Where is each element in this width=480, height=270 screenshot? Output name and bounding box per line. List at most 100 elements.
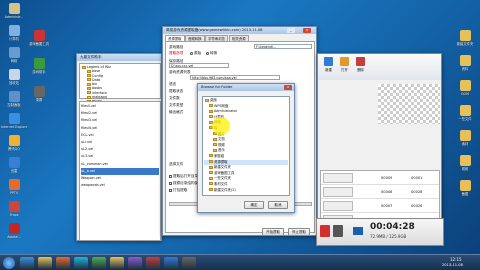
folder-icon bbox=[209, 176, 213, 180]
desktop-icon[interactable]: 一些文件 bbox=[452, 105, 478, 121]
desktop-icon[interactable]: Fraps bbox=[1, 201, 27, 217]
desktop-icon[interactable]: 控制面板 bbox=[1, 91, 27, 107]
app-icon bbox=[8, 69, 20, 80]
desktop-icon-label: 视频 bbox=[461, 167, 469, 171]
folder-tree-label: 桌面 bbox=[210, 98, 217, 102]
screen-icon bbox=[353, 227, 363, 235]
desktop-icon[interactable]: GOM bbox=[452, 80, 478, 96]
desktop-icon[interactable]: 素材 bbox=[452, 130, 478, 146]
folder-tree-label: 视频 bbox=[218, 142, 225, 147]
desktop-icon[interactable]: 计算机 bbox=[1, 25, 27, 41]
file-item[interactable]: filesll.vel bbox=[81, 103, 159, 110]
dialog-close-button[interactable]: x bbox=[284, 85, 292, 90]
file-item[interactable]: uL_common.vel bbox=[81, 161, 159, 168]
taskbar-app-icon[interactable] bbox=[56, 257, 70, 269]
close-button[interactable]: x bbox=[303, 28, 311, 33]
table-row[interactable]: 00007 00026 bbox=[321, 199, 439, 213]
url-field[interactable]: http://bbs.963.com/aaa.vel bbox=[190, 75, 280, 80]
desktop-icon-label: 新建文件夹 bbox=[456, 42, 474, 46]
file-item[interactable]: Weapon.vel bbox=[81, 175, 159, 182]
checkbox-box bbox=[169, 181, 172, 185]
desktop-icon[interactable]: 迅雷 bbox=[1, 157, 27, 173]
folder-tree-label: 一些文件夹 bbox=[214, 176, 231, 181]
file-item[interactable]: filesl2.vel bbox=[81, 110, 159, 117]
taskbar-app-icon[interactable] bbox=[164, 257, 178, 269]
radio-raw[interactable]: 原始 bbox=[190, 51, 201, 55]
desktop-icon[interactable]: 资料 bbox=[452, 55, 478, 71]
taskbar-app-icon[interactable] bbox=[38, 257, 52, 269]
start-button[interactable]: 开始提取 bbox=[262, 228, 284, 236]
folder-tree-label: 音乐 bbox=[218, 148, 225, 153]
taskbar-app-icon[interactable] bbox=[128, 257, 142, 269]
folder-icon bbox=[87, 82, 91, 86]
app-icon bbox=[8, 179, 20, 190]
desktop-icon[interactable]: Administr... bbox=[1, 3, 27, 19]
row-thumbnail bbox=[323, 173, 353, 183]
file-item[interactable]: filesl4.vel bbox=[81, 125, 159, 132]
taskbar-app-icon[interactable] bbox=[146, 257, 160, 269]
desktop-icon[interactable]: Internet Explorer bbox=[1, 113, 27, 129]
taskbar-app-icon[interactable] bbox=[182, 257, 196, 269]
desktop-icon[interactable]: 新建文件夹 bbox=[452, 30, 478, 46]
app-icon bbox=[8, 113, 20, 124]
row-size: 00028 bbox=[411, 190, 423, 194]
dialog-ok-button[interactable]: 确定 bbox=[244, 201, 264, 209]
desktop-icon[interactable]: 截图 bbox=[452, 180, 478, 196]
taskbar-app-icon[interactable] bbox=[20, 257, 34, 269]
dialog-cancel-button[interactable]: 取消 bbox=[268, 201, 288, 209]
toolbar-icon bbox=[340, 57, 349, 66]
row-size: 00001 bbox=[411, 176, 423, 180]
desktop-icon[interactable]: Adobe... bbox=[1, 223, 27, 239]
desktop-icon[interactable]: PPTV bbox=[1, 179, 27, 195]
toolbar-button[interactable]: 打开 bbox=[338, 57, 351, 72]
row-thumbnail bbox=[323, 187, 353, 197]
folder-tree-label: 文档 bbox=[218, 137, 225, 142]
option-checkbox[interactable]: 提取后打开目录 bbox=[169, 174, 198, 178]
toolbar-button[interactable]: 新建 bbox=[322, 57, 335, 72]
taskbar-app-icon[interactable] bbox=[110, 257, 124, 269]
taskbar-app-icon[interactable] bbox=[74, 257, 88, 269]
stop-button[interactable]: 停止提取 bbox=[288, 228, 310, 236]
pause-button[interactable] bbox=[333, 225, 343, 237]
table-row[interactable]: 00009 00001 bbox=[321, 171, 439, 185]
file-item[interactable]: filesl3.vel bbox=[81, 117, 159, 124]
option-checkbox[interactable]: 打包提取 bbox=[169, 188, 187, 192]
folder-tree-item[interactable]: 新建文件夹(2) bbox=[204, 188, 288, 194]
radio-convert[interactable]: 转换 bbox=[206, 51, 217, 55]
desktop-icon[interactable]: 腾讯QQ bbox=[1, 135, 27, 151]
file-item[interactable]: weaponeb.vel bbox=[81, 182, 159, 189]
file-item[interactable]: uL_b.vel bbox=[81, 167, 159, 176]
game-path-field[interactable]: F:\Legend\... bbox=[254, 44, 312, 49]
record-size: 72.9MB / 125.9GB bbox=[370, 234, 407, 239]
save-path-field[interactable]: D:\sss.ccc.vel bbox=[169, 63, 229, 68]
folder-tree[interactable]: 桌面WPS网盘Administrator计算机网络库图片文档视频音乐家庭组资源提… bbox=[202, 96, 290, 196]
dialog-title: Browse for Folder bbox=[198, 84, 294, 91]
toolbar-button[interactable]: 删除 bbox=[354, 57, 367, 72]
table-row[interactable]: 00008 00028 bbox=[321, 185, 439, 199]
file-item[interactable]: uL2.vel bbox=[81, 146, 159, 153]
folder-icon bbox=[87, 69, 91, 73]
start-button-orb[interactable] bbox=[3, 257, 15, 269]
folder-icon bbox=[209, 182, 213, 186]
desktop-icon-label: Administr... bbox=[4, 15, 24, 19]
app-icon bbox=[8, 201, 20, 212]
app-icon bbox=[8, 25, 20, 36]
desktop-icon[interactable]: 网络 bbox=[1, 47, 27, 63]
row-name: 00009 bbox=[381, 176, 393, 180]
taskbar-app-icon[interactable] bbox=[92, 257, 106, 269]
desktop-icon[interactable]: 游戏助手 bbox=[26, 58, 52, 74]
desktop-icon[interactable]: 录屏 bbox=[26, 86, 52, 102]
desktop-icon[interactable]: 回收站 bbox=[1, 69, 27, 85]
right-window: 新建打开删除 000090000100008000280000700026000… bbox=[317, 53, 442, 243]
row-name: 00007 bbox=[381, 204, 393, 208]
folder-icon bbox=[87, 74, 91, 78]
file-item[interactable]: ECL.vel bbox=[81, 132, 159, 139]
row-thumbnail bbox=[323, 201, 353, 211]
record-stop-button[interactable] bbox=[320, 225, 330, 237]
file-item[interactable]: uL3.vel bbox=[81, 153, 159, 160]
folder-icon bbox=[209, 154, 213, 158]
file-item[interactable]: uLl.vel bbox=[81, 139, 159, 146]
desktop-icon[interactable]: 游戏截图工具 bbox=[26, 30, 52, 46]
minimize-button[interactable]: _ bbox=[287, 28, 295, 33]
desktop-icon[interactable]: 视频 bbox=[452, 155, 478, 171]
